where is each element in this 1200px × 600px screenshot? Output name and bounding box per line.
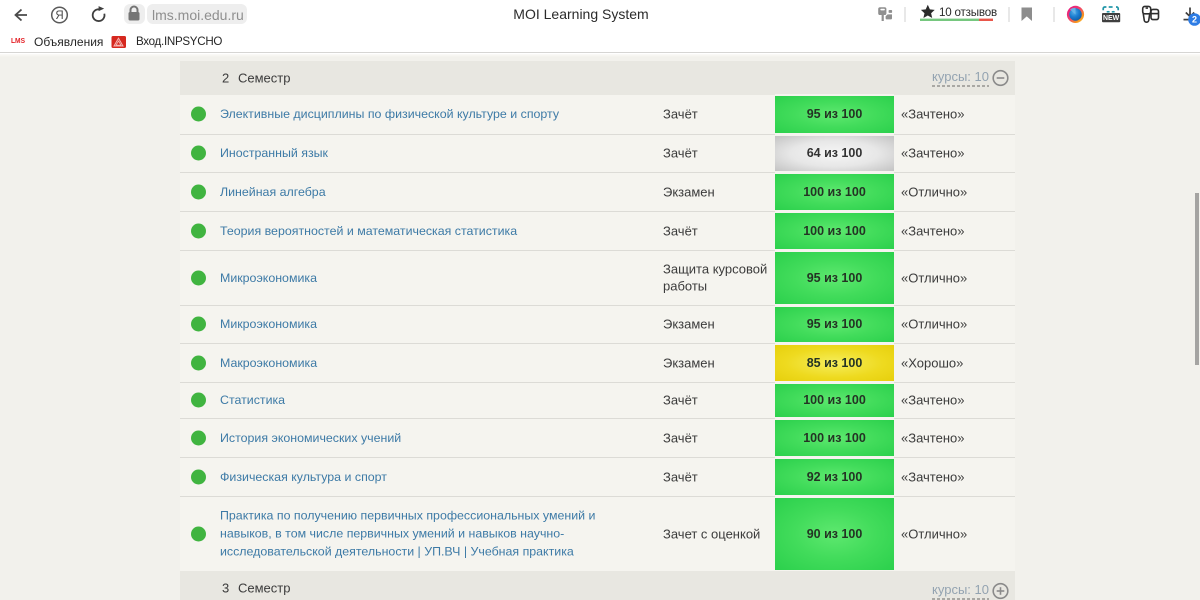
svg-text:10 отзывов: 10 отзывов [939,6,997,19]
svg-text:NEW: NEW [1103,15,1120,22]
svg-text:2: 2 [1192,15,1197,25]
svg-text:Я: Я [55,10,63,22]
